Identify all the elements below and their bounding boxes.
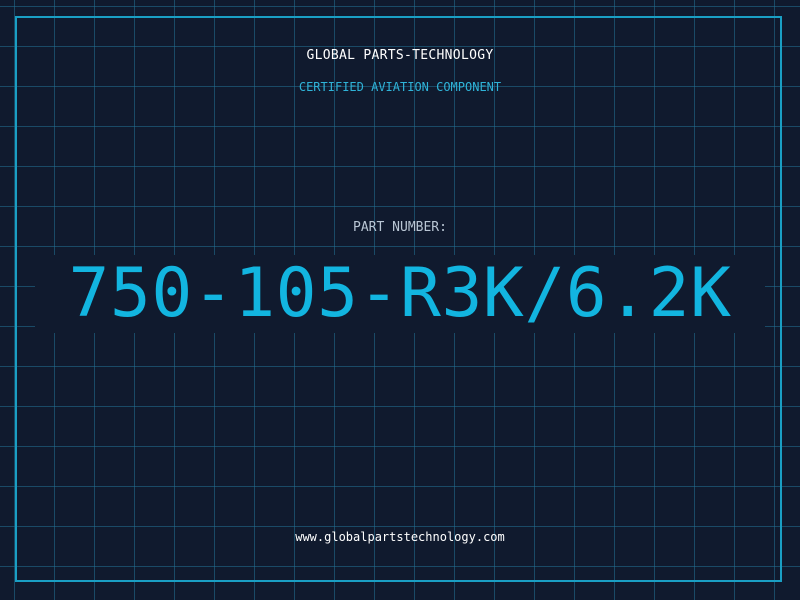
certification-subtitle: CERTIFIED AVIATION COMPONENT [298,80,502,94]
part-number-label: PART NUMBER: [353,220,447,235]
part-number-value: 750-105-R3K/6.2K [35,255,765,333]
website-url: www.globalpartstechnology.com [295,530,505,544]
company-name: GLOBAL PARTS-TECHNOLOGY [306,48,494,63]
blueprint-canvas: GLOBAL PARTS-TECHNOLOGY CERTIFIED AVIATI… [0,0,800,600]
